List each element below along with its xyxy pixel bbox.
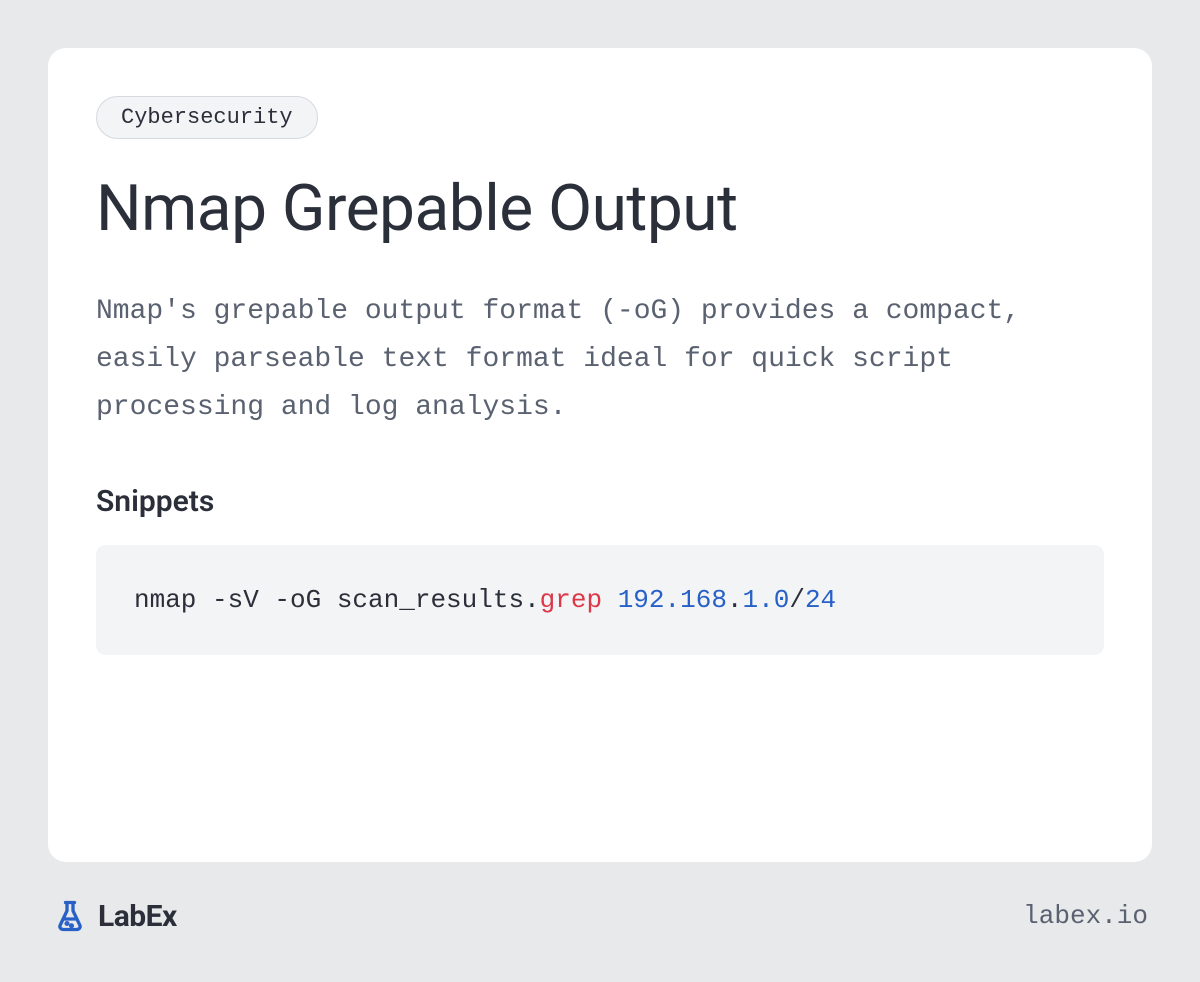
category-tag: Cybersecurity (96, 96, 318, 139)
code-text: nmap -sV -oG scan_results. (134, 585, 540, 615)
code-text: . (727, 585, 743, 615)
code-text: / (789, 585, 805, 615)
flask-icon (52, 898, 88, 934)
code-keyword-grep: grep (540, 585, 602, 615)
brand-name: LabEx (98, 899, 177, 934)
description-text: Nmap's grepable output format (-oG) prov… (96, 288, 1104, 432)
code-ip-part: 192.168 (618, 585, 727, 615)
code-cidr: 24 (805, 585, 836, 615)
footer: LabEx labex.io (48, 898, 1152, 934)
brand-url: labex.io (1023, 901, 1148, 931)
snippets-heading: Snippets (96, 484, 1104, 519)
page-title: Nmap Grepable Output (96, 171, 1104, 246)
brand-logo: LabEx (52, 898, 177, 934)
code-snippet: nmap -sV -oG scan_results.grep 192.168.1… (96, 545, 1104, 655)
content-card: Cybersecurity Nmap Grepable Output Nmap'… (48, 48, 1152, 862)
code-ip-part: 1.0 (743, 585, 790, 615)
code-text (602, 585, 618, 615)
